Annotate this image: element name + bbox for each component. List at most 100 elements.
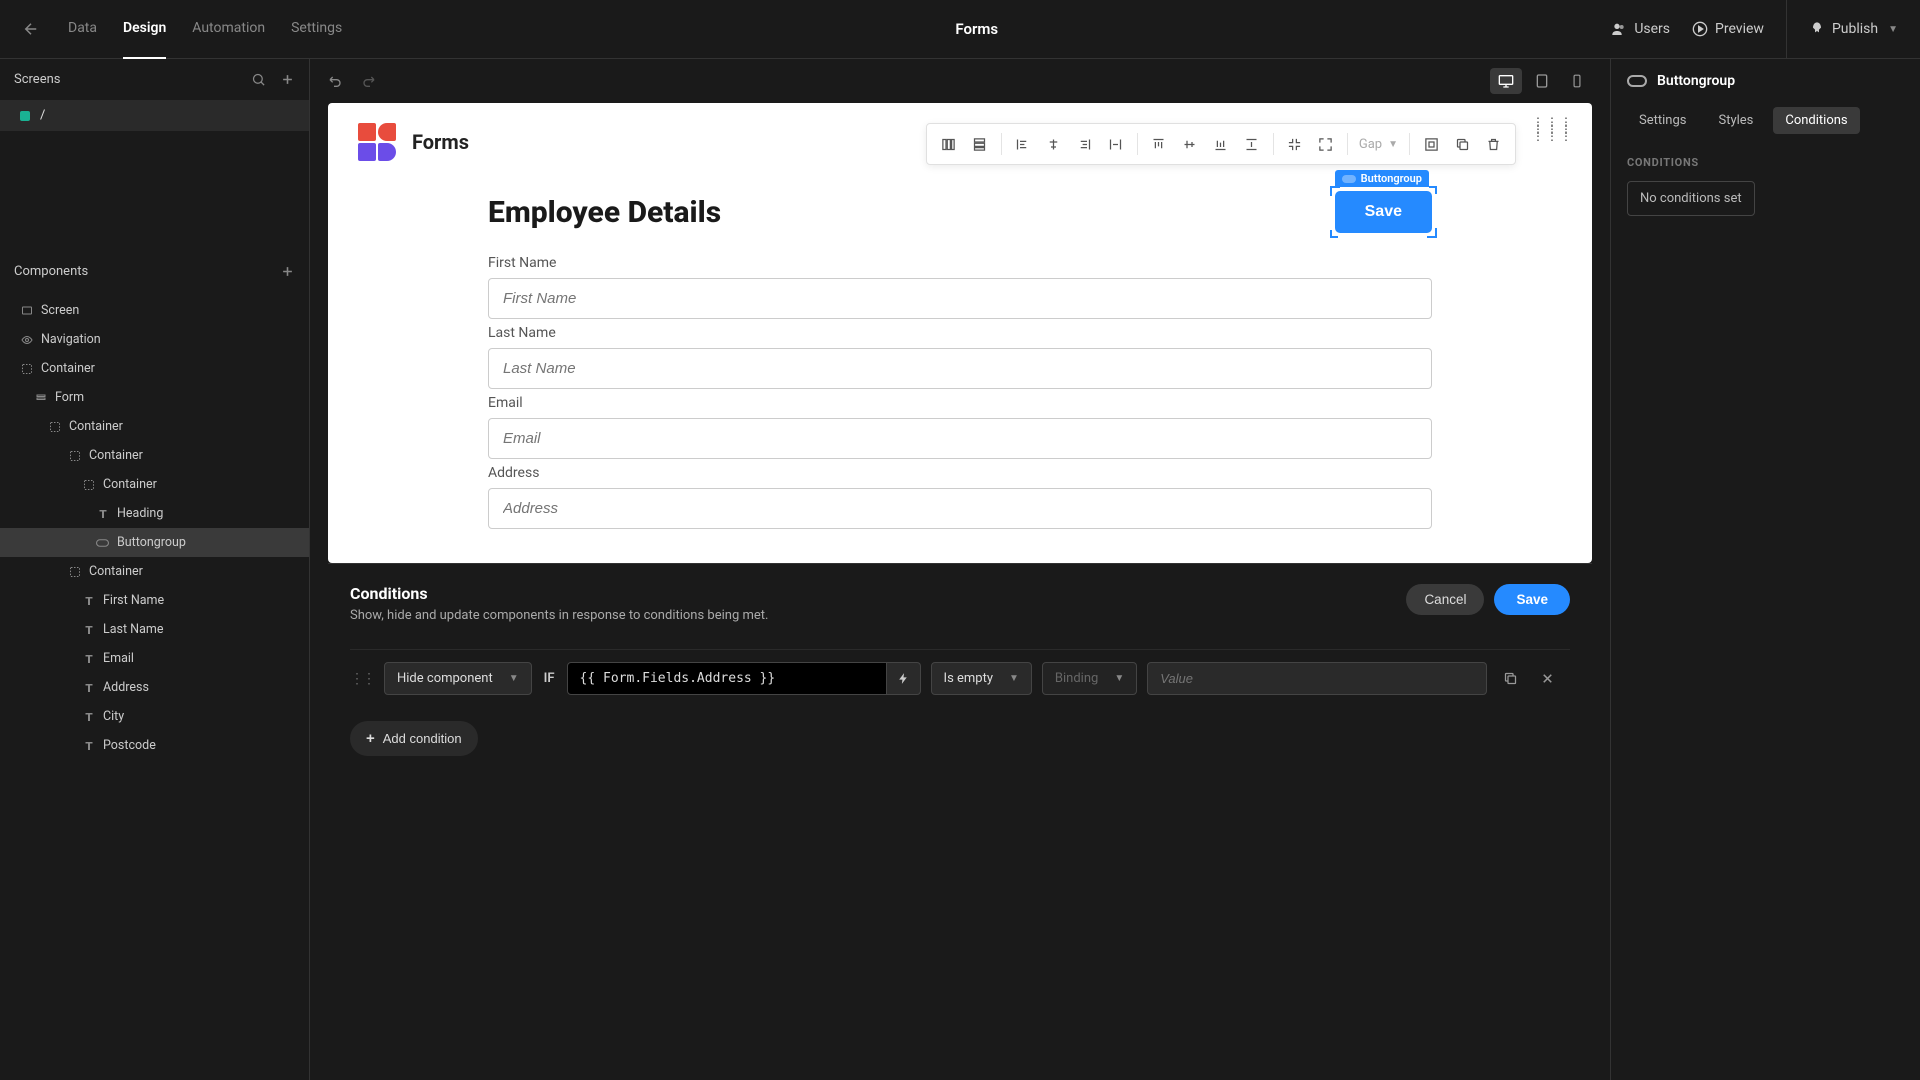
layout-rows-icon[interactable] [966, 130, 994, 158]
chevron-down-icon: ▼ [1009, 673, 1019, 684]
tree-container-a-label: Container [69, 419, 123, 434]
value-input[interactable] [1147, 662, 1487, 695]
drag-handle-icon[interactable]: ⋮⋮ [350, 671, 374, 687]
tab-data[interactable]: Data [68, 0, 97, 59]
tree-city[interactable]: City [0, 702, 309, 731]
expand-icon[interactable] [1312, 130, 1340, 158]
tree-first-name[interactable]: First Name [0, 586, 309, 615]
duplicate-icon[interactable] [1448, 130, 1476, 158]
first-name-label: First Name [488, 255, 1432, 271]
text-icon [82, 594, 95, 607]
duplicate-condition-icon[interactable] [1497, 667, 1524, 690]
tree-last-name-label: Last Name [103, 622, 163, 637]
tree-postcode-label: Postcode [103, 738, 156, 753]
grid-menu-icon[interactable]: ⋮⋮⋮⋮⋮⋮⋮⋮⋮ [1532, 119, 1574, 141]
save-button[interactable]: Save [1335, 191, 1432, 233]
tree-heading[interactable]: Heading [0, 499, 309, 528]
tree-form[interactable]: Form [0, 383, 309, 412]
align-bottom-icon[interactable] [1207, 130, 1235, 158]
align-center-h-icon[interactable] [1040, 130, 1068, 158]
back-arrow-icon[interactable] [22, 20, 40, 38]
preview-action[interactable]: Preview [1692, 21, 1764, 37]
action-select[interactable]: Hide component ▼ [384, 662, 532, 695]
tab-styles-panel[interactable]: Styles [1706, 107, 1765, 134]
add-component-icon[interactable] [280, 264, 295, 279]
operator-select[interactable]: Is empty ▼ [931, 662, 1032, 695]
shrink-icon[interactable] [1281, 130, 1309, 158]
binding-input[interactable] [567, 662, 887, 695]
align-center-v-icon[interactable] [1176, 130, 1204, 158]
remove-condition-icon[interactable] [1534, 667, 1561, 690]
align-right-icon[interactable] [1071, 130, 1099, 158]
tree-container-c[interactable]: Container [0, 470, 309, 499]
mobile-icon[interactable] [1562, 68, 1592, 94]
screen-name: / [40, 108, 45, 123]
first-name-input[interactable] [488, 278, 1432, 319]
app-title: Forms [342, 20, 1611, 38]
address-input[interactable] [488, 488, 1432, 529]
right-sidebar-header: Buttongroup [1627, 73, 1904, 89]
align-top-icon[interactable] [1145, 130, 1173, 158]
binding-bolt-icon[interactable] [887, 662, 921, 695]
redo-icon[interactable] [360, 73, 376, 89]
tree-last-name[interactable]: Last Name [0, 615, 309, 644]
cancel-button[interactable]: Cancel [1406, 584, 1484, 615]
tab-settings-panel[interactable]: Settings [1627, 107, 1698, 134]
tree-container-a[interactable]: Container [0, 412, 309, 441]
tree-screen[interactable]: Screen [0, 296, 309, 325]
padding-icon[interactable] [1417, 130, 1445, 158]
rocket-icon [1809, 21, 1825, 37]
tree-postcode[interactable]: Postcode [0, 731, 309, 760]
topbar-divider [1786, 0, 1787, 58]
screen-item-root[interactable]: / [0, 100, 309, 131]
tree-container-b[interactable]: Container [0, 441, 309, 470]
tab-conditions-panel[interactable]: Conditions [1773, 107, 1859, 134]
buttongroup-icon [1627, 75, 1647, 87]
topbar-right: Users Preview Publish ▼ [1611, 0, 1898, 58]
search-icon[interactable] [251, 72, 266, 87]
users-action[interactable]: Users [1611, 21, 1670, 37]
address-label: Address [488, 465, 1432, 481]
align-stretch-h-icon[interactable] [1102, 130, 1130, 158]
component-tree: Screen Navigation Container Form Contain… [0, 292, 309, 764]
selection-badge: Buttongroup [1335, 170, 1429, 187]
add-screen-icon[interactable] [280, 72, 295, 87]
tab-automation[interactable]: Automation [192, 0, 265, 59]
form-header-row: Employee Details Buttongroup Save [488, 191, 1432, 233]
tree-container-1[interactable]: Container [0, 354, 309, 383]
align-left-icon[interactable] [1009, 130, 1037, 158]
desktop-icon[interactable] [1490, 68, 1522, 94]
add-condition-button[interactable]: + Add condition [350, 721, 478, 756]
chevron-down-icon: ▼ [1114, 673, 1124, 684]
tablet-icon[interactable] [1526, 68, 1558, 94]
condition-row: ⋮⋮ Hide component ▼ IF Is empty ▼ [350, 650, 1570, 707]
tree-email-label: Email [103, 651, 134, 666]
gap-dropdown[interactable]: Gap ▼ [1355, 137, 1402, 152]
app-logo-icon [358, 123, 396, 161]
text-icon [96, 507, 109, 520]
canvas[interactable]: Forms ⋮⋮⋮⋮⋮⋮⋮⋮⋮ [328, 103, 1592, 563]
plus-icon: + [366, 730, 375, 747]
tab-design[interactable]: Design [123, 0, 166, 59]
email-input[interactable] [488, 418, 1432, 459]
form-icon [34, 391, 47, 404]
layout-columns-icon[interactable] [935, 130, 963, 158]
tree-address[interactable]: Address [0, 673, 309, 702]
delete-icon[interactable] [1479, 130, 1507, 158]
conditions-save-button[interactable]: Save [1494, 584, 1570, 615]
tree-navigation[interactable]: Navigation [0, 325, 309, 354]
topbar-left: Data Design Automation Settings [22, 0, 342, 59]
no-conditions-box[interactable]: No conditions set [1627, 181, 1755, 216]
undo-icon[interactable] [328, 73, 344, 89]
align-stretch-v-icon[interactable] [1238, 130, 1266, 158]
main-layout: Screens / Components [0, 59, 1920, 1080]
last-name-label: Last Name [488, 325, 1432, 341]
tree-screen-label: Screen [41, 303, 79, 318]
tree-buttongroup[interactable]: Buttongroup [0, 528, 309, 557]
last-name-input[interactable] [488, 348, 1432, 389]
publish-action[interactable]: Publish ▼ [1809, 21, 1898, 37]
tree-container-d[interactable]: Container [0, 557, 309, 586]
tab-settings[interactable]: Settings [291, 0, 342, 59]
chevron-down-icon: ▼ [509, 673, 519, 684]
tree-email[interactable]: Email [0, 644, 309, 673]
